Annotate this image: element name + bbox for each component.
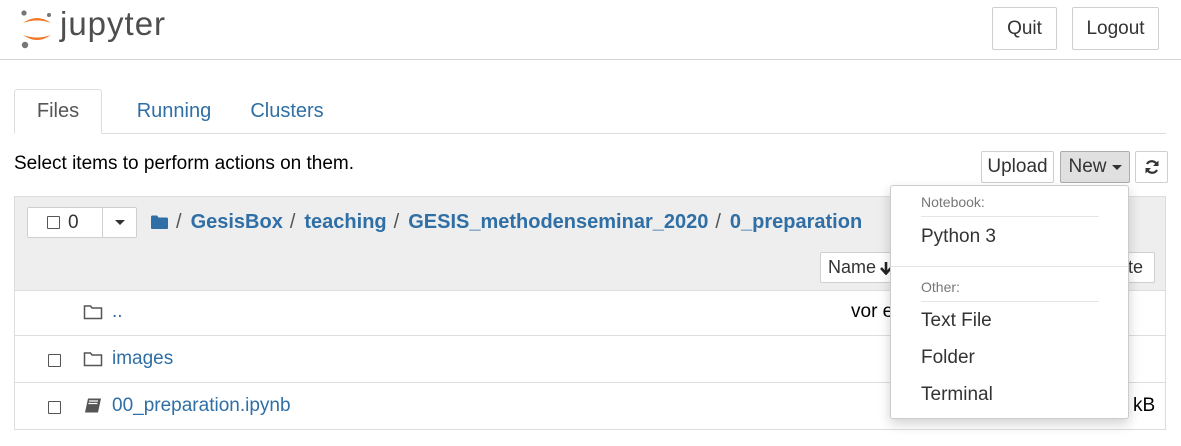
new-dropdown-menu: Notebook: Python 3 Other: Text File Fold… (890, 185, 1129, 419)
notebook-icon (85, 398, 101, 413)
breadcrumb-item[interactable]: GesisBox (191, 211, 283, 234)
jupyter-logo-icon (20, 7, 54, 51)
file-size: kB (1133, 395, 1156, 416)
row-checkbox[interactable] (48, 354, 61, 367)
select-all-checkbox[interactable] (47, 216, 60, 229)
refresh-button[interactable] (1135, 151, 1168, 183)
header: jupyter Quit Logout (0, 0, 1181, 60)
quit-button[interactable]: Quit (992, 7, 1057, 50)
folder-icon[interactable] (150, 214, 169, 230)
select-dropdown-button[interactable] (102, 208, 136, 237)
breadcrumb: / GesisBox / teaching / GESIS_methodense… (150, 207, 862, 237)
sort-name-label: Name (828, 257, 877, 277)
refresh-icon (1145, 160, 1158, 174)
tab-files[interactable]: Files (14, 89, 102, 134)
breadcrumb-separator: / (715, 210, 721, 233)
select-all-group[interactable]: 0 (27, 207, 137, 238)
logout-button[interactable]: Logout (1072, 7, 1159, 50)
notebook-section-header: Notebook: (921, 194, 985, 210)
caret-down-icon (1111, 164, 1122, 170)
menu-item-folder[interactable]: Folder (921, 347, 975, 369)
breadcrumb-separator: / (289, 210, 296, 233)
menu-item-text-file[interactable]: Text File (921, 310, 992, 332)
menu-item-terminal[interactable]: Terminal (921, 384, 993, 406)
file-name-link[interactable]: 00_preparation.ipynb (112, 395, 291, 417)
folder-open-icon (83, 305, 103, 320)
breadcrumb-item[interactable]: GESIS_methodenseminar_2020 (408, 211, 708, 234)
row-checkbox[interactable] (48, 401, 61, 414)
section-underline (921, 301, 1099, 302)
breadcrumb-separator: / (176, 210, 182, 233)
menu-item-python-3[interactable]: Python 3 (921, 226, 996, 248)
select-hint-text: Select items to perform actions on them. (14, 153, 355, 174)
new-button-label: New (1068, 156, 1107, 177)
section-underline (921, 216, 1099, 217)
breadcrumb-item[interactable]: teaching (304, 211, 386, 234)
file-name-link[interactable]: images (112, 348, 173, 370)
file-name-link[interactable]: .. (112, 301, 123, 323)
jupyter-logo[interactable]: jupyter (20, 5, 167, 52)
caret-down-icon (114, 220, 125, 225)
other-section-header: Other: (921, 279, 960, 295)
selected-count: 0 (68, 211, 79, 233)
sort-date-label: te (1128, 257, 1144, 277)
menu-divider (891, 266, 1128, 267)
tab-running[interactable]: Running (122, 89, 226, 133)
new-button[interactable]: New (1060, 151, 1130, 183)
modified-time: vor e (851, 301, 894, 322)
breadcrumb-item[interactable]: 0_preparation (730, 211, 862, 234)
breadcrumb-separator: / (393, 210, 400, 233)
upload-button[interactable]: Upload (981, 151, 1054, 183)
tab-bar: Files Running Clusters (14, 89, 1166, 134)
tab-clusters[interactable]: Clusters (243, 89, 331, 133)
logo-text: jupyter (60, 5, 167, 42)
folder-open-icon (83, 352, 103, 367)
